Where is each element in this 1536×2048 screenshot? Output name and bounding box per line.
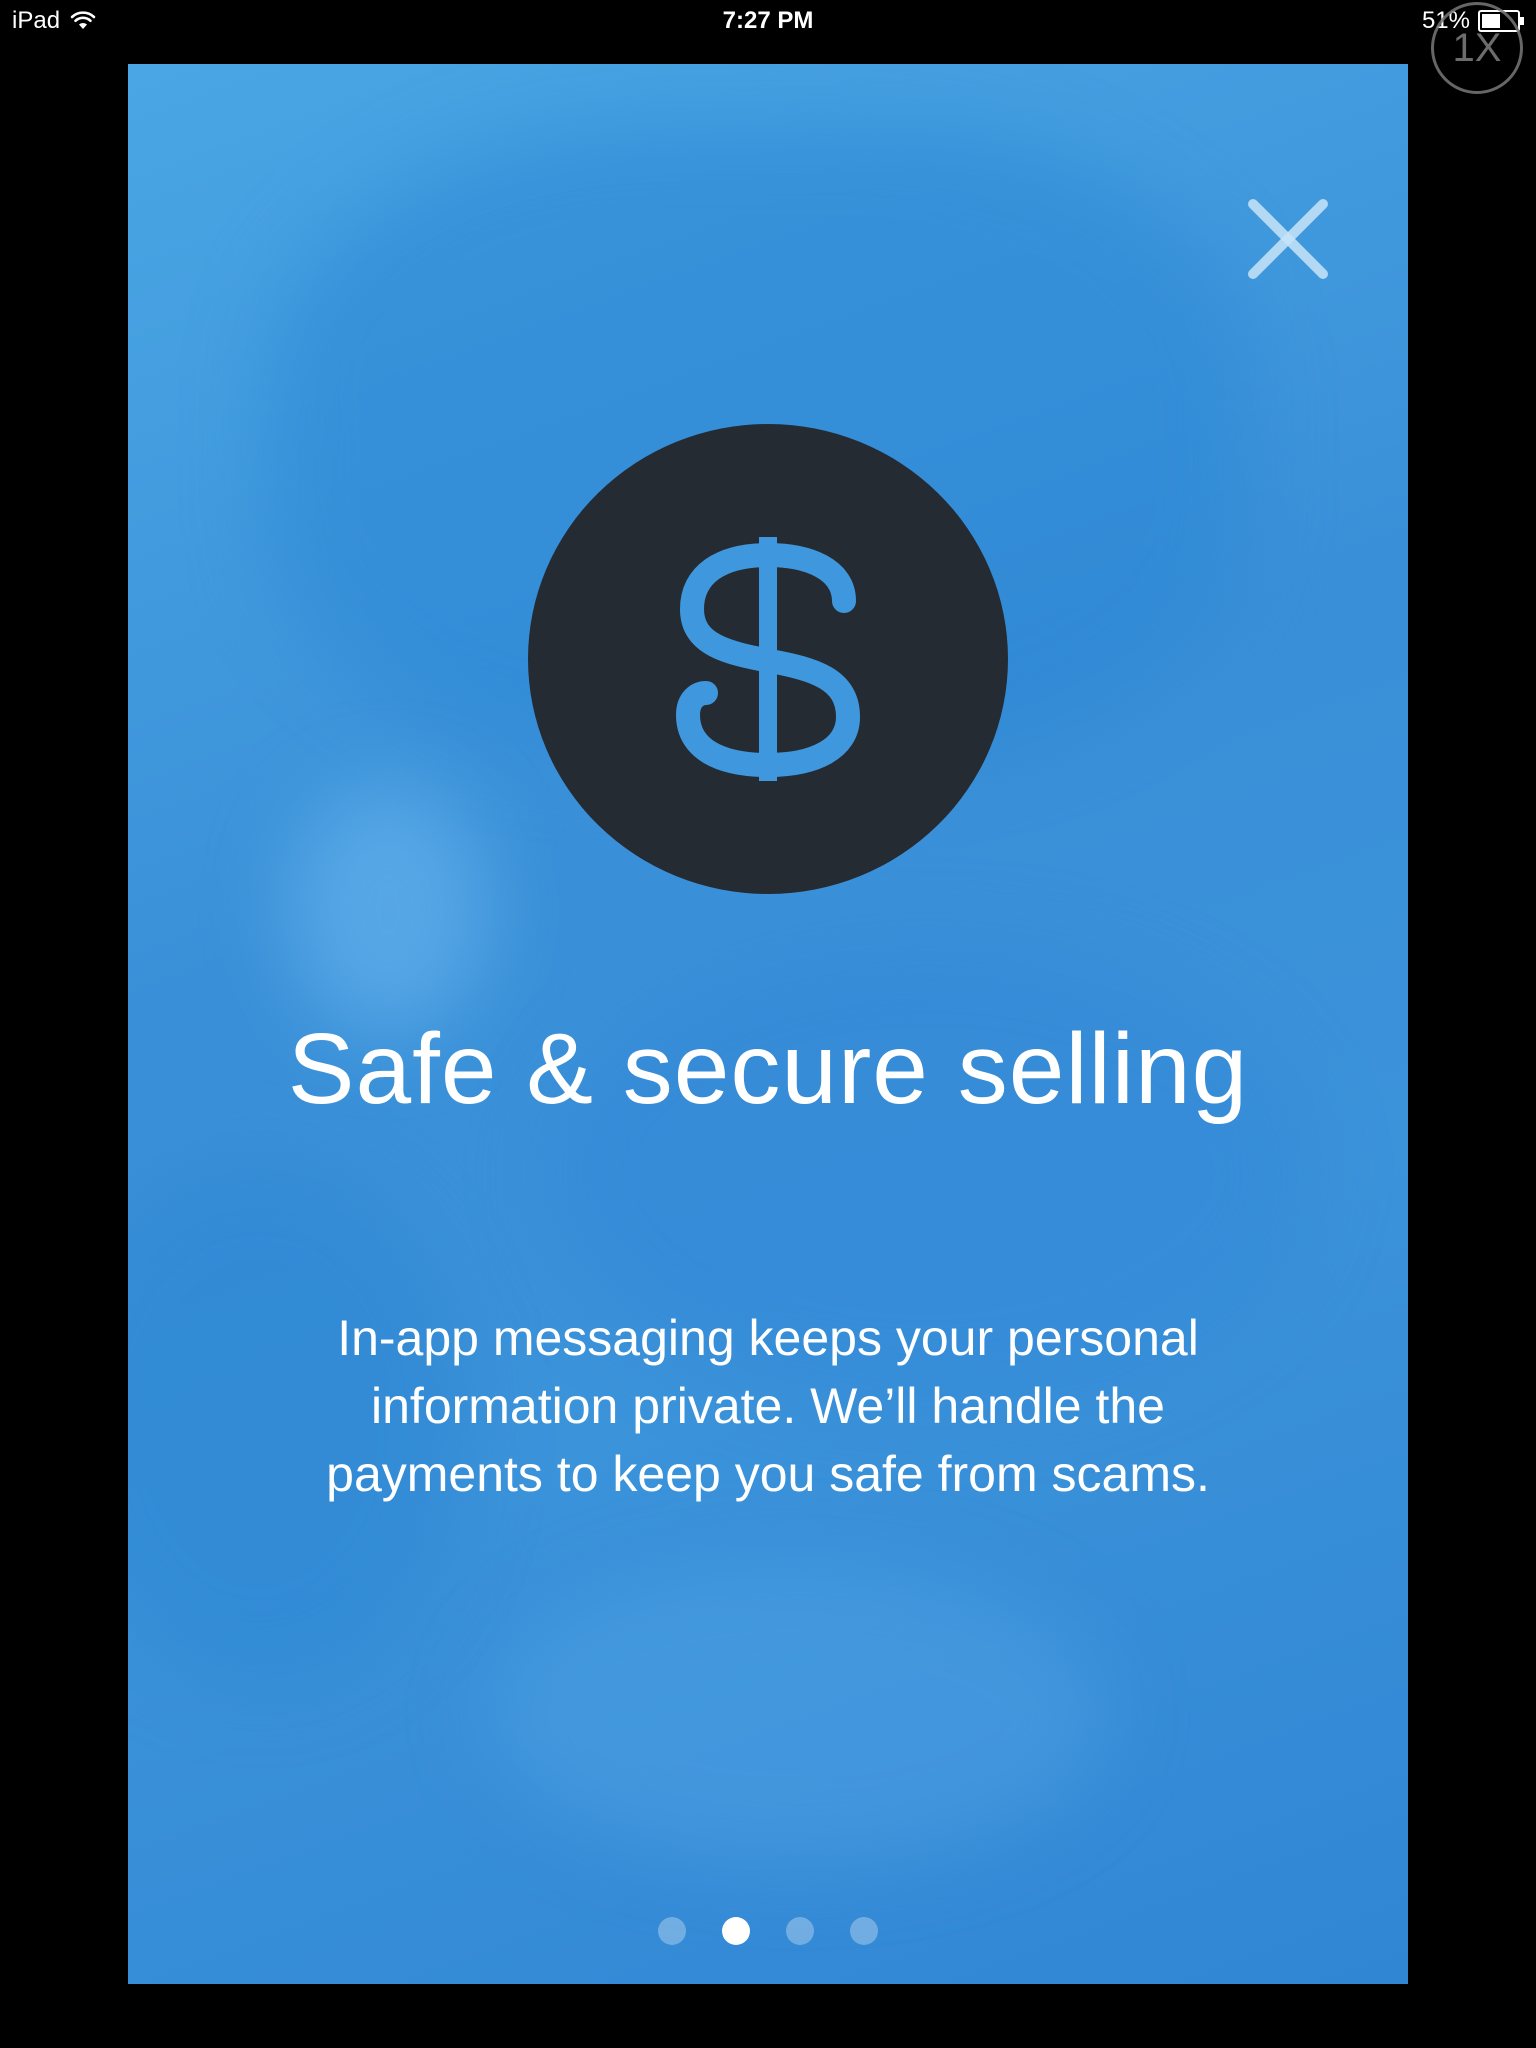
onboarding-description: In-app messaging keeps your personal inf… — [326, 1310, 1210, 1502]
status-bar: iPad 7:27 PM 51% — [0, 0, 1536, 42]
close-icon — [1248, 199, 1328, 279]
page-dot-2[interactable] — [722, 1917, 750, 1945]
background-blob — [488, 1564, 1108, 1864]
page-dot-3[interactable] — [786, 1917, 814, 1945]
onboarding-title: Safe & secure selling — [287, 1013, 1249, 1125]
page-indicator[interactable] — [128, 1917, 1408, 1945]
speed-badge: 1X — [1431, 2, 1523, 94]
onboarding-card: Safe & secure selling In-app messaging k… — [128, 64, 1408, 1984]
page-dot-4[interactable] — [850, 1917, 878, 1945]
close-button[interactable] — [1238, 189, 1338, 289]
background-blob — [288, 784, 488, 1034]
status-time: 7:27 PM — [722, 7, 814, 34]
screen: iPad 7:27 PM 51% Safe & secure selling I… — [0, 0, 1536, 2048]
feature-icon-circle — [528, 424, 1008, 894]
dollar-icon — [676, 537, 860, 781]
page-dot-1[interactable] — [658, 1917, 686, 1945]
